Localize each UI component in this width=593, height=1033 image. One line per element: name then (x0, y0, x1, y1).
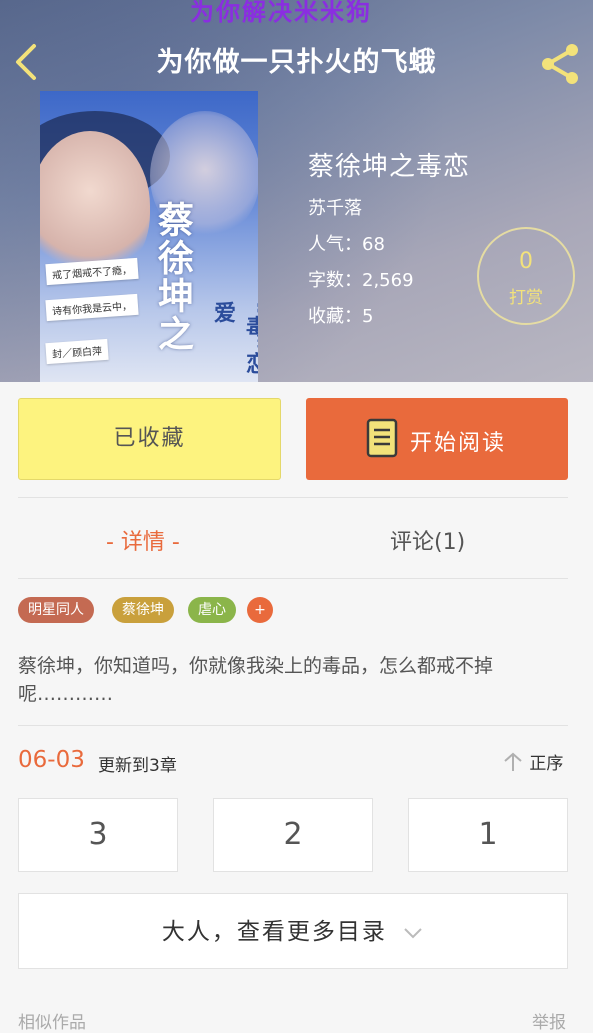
author-name[interactable]: 苏千落 (308, 194, 362, 220)
report-link[interactable]: 举报 (532, 1008, 566, 1033)
page-title: 为你做一只扑火的飞蛾 (156, 47, 437, 78)
cover-title: 蔡徐坤之 (152, 201, 193, 353)
more-catalog-button[interactable]: 大人，查看更多目录 (18, 893, 568, 969)
tip-label: 打赏 (509, 288, 543, 308)
popularity-stat: 人气：68 (308, 234, 385, 255)
similar-works-label: 相似作品 (18, 1013, 86, 1033)
favorites-stat: 收藏：5 (308, 306, 374, 327)
update-status: 更新到3章 (98, 756, 177, 776)
cover-subtitle: “毒”恋爱 (210, 301, 258, 374)
update-date: 06-03 (18, 747, 85, 773)
tab-details[interactable]: - 详情 - (106, 524, 180, 556)
tag-chip[interactable]: 虐心 (188, 597, 236, 623)
start-reading-label: 开始阅读 (410, 431, 507, 456)
sort-order-toggle[interactable]: 正序 (502, 749, 563, 774)
add-tag-button[interactable]: + (247, 597, 273, 623)
book-description: 蔡徐坤，你知道吗，你就像我染上的毒品，怎么都戒不掉呢………… (18, 655, 494, 705)
divider (18, 578, 568, 579)
cover-caption: 封／顾白萍 (45, 338, 109, 365)
tag-chip[interactable]: 蔡徐坤 (112, 597, 174, 623)
more-catalog-label: 大人，查看更多目录 (161, 919, 387, 945)
chapter-button[interactable]: 2 (213, 798, 373, 872)
favorited-button[interactable]: 已收藏 (18, 398, 281, 480)
book-name: 蔡徐坤之毒恋 (308, 152, 471, 182)
start-reading-button[interactable]: 开始阅读 (306, 398, 568, 480)
tab-comments[interactable]: 评论(1) (390, 524, 465, 556)
watermark-text: 为你解决米米狗 (190, 0, 372, 26)
sort-order-label: 正序 (529, 754, 564, 774)
divider (18, 497, 568, 498)
chapter-button[interactable]: 1 (408, 798, 568, 872)
share-button[interactable] (536, 40, 584, 88)
arrow-up-icon (504, 752, 522, 771)
book-icon (366, 418, 398, 458)
tip-count: 0 (519, 249, 533, 274)
chevron-down-icon (404, 927, 422, 938)
tag-chip[interactable]: 明星同人 (18, 597, 94, 623)
book-cover[interactable]: 蔡徐坤之 “毒”恋爱 戒了烟戒不了瘾， 诗有你我是云中， 封／顾白萍 (40, 91, 258, 382)
share-icon (542, 44, 578, 84)
cover-caption: 诗有你我是云中， (45, 293, 139, 322)
word-count-stat: 字数：2,569 (308, 270, 414, 291)
tip-button[interactable]: 0 打赏 (477, 227, 575, 325)
divider (18, 725, 568, 726)
chapter-button[interactable]: 3 (18, 798, 178, 872)
